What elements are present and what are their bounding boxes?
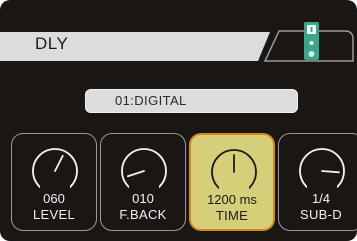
preset-label: 01:DIGITAL bbox=[115, 93, 187, 108]
knob-level[interactable]: 060 LEVEL bbox=[11, 133, 97, 231]
knob-subdivision[interactable]: 1/4 SUB-D bbox=[278, 133, 357, 231]
knob-label: LEVEL bbox=[33, 207, 75, 222]
effect-name: DLY bbox=[35, 34, 69, 53]
effect-screen: DLY 01:DIGITAL 060 LEVEL 010 F.BACK 1200… bbox=[0, 0, 357, 241]
knob-value: 010 bbox=[132, 191, 154, 206]
pedal-icon[interactable] bbox=[304, 22, 319, 60]
effect-header: DLY bbox=[0, 0, 357, 82]
knob-value: 1/4 bbox=[311, 191, 331, 206]
knob-value: 060 bbox=[43, 191, 65, 206]
knob-time[interactable]: 1200 ms TIME bbox=[189, 133, 275, 231]
knob-value: 1200 ms bbox=[207, 192, 257, 207]
knob-feedback[interactable]: 010 F.BACK bbox=[100, 133, 186, 231]
knob-label: F.BACK bbox=[119, 207, 167, 222]
knob-label: SUB-D bbox=[300, 207, 342, 222]
knob-label: TIME bbox=[215, 208, 249, 223]
preset-selector[interactable]: 01:DIGITAL bbox=[85, 89, 298, 113]
